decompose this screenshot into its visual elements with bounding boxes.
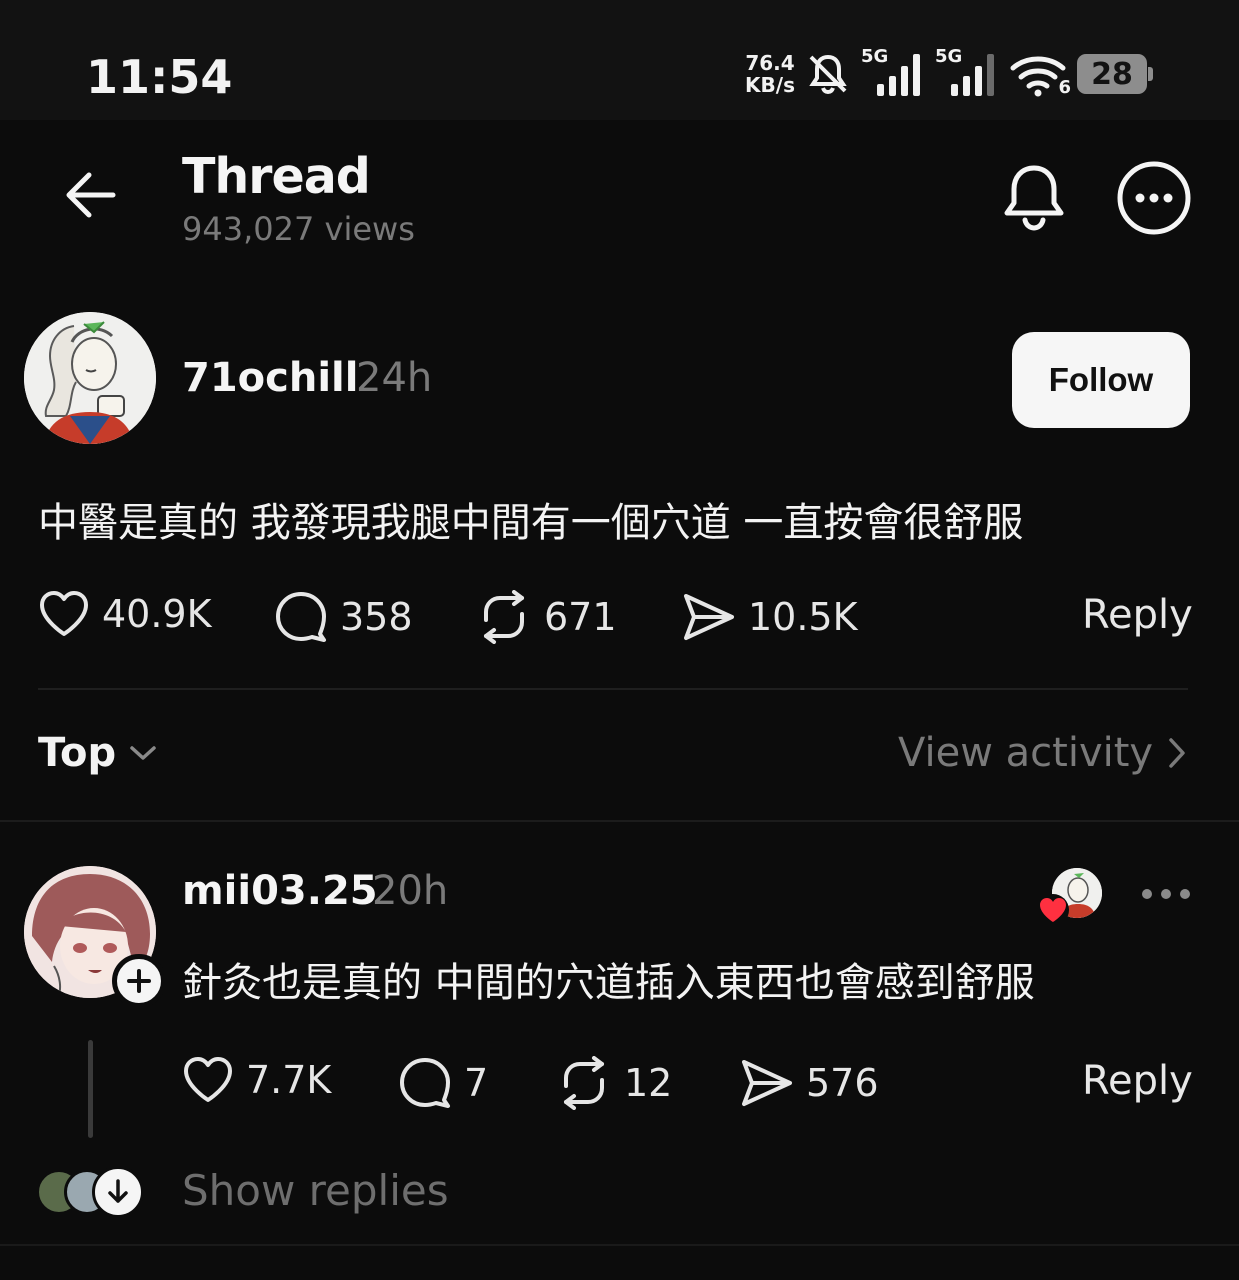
post-time: 24h: [356, 355, 433, 401]
post-username[interactable]: 71ochill: [182, 355, 358, 401]
sim1-signal: 5G: [861, 46, 925, 102]
signal-icon: [951, 54, 994, 96]
section-divider: [0, 820, 1239, 822]
like-button[interactable]: 40.9K: [38, 590, 212, 638]
show-replies-avatars[interactable]: [36, 1164, 144, 1220]
wifi-label: 6: [1058, 77, 1071, 98]
reply-button[interactable]: Reply: [1082, 592, 1193, 638]
comment-text: 針灸也是真的 中間的穴道插入東西也會感到舒服: [182, 960, 1035, 1006]
comment-bubble-icon: [400, 1058, 450, 1108]
more-horizontal-icon: [1142, 889, 1190, 899]
more-circle-icon: [1117, 161, 1191, 235]
comment-count: 7: [464, 1061, 489, 1105]
sort-dropdown[interactable]: Top: [38, 730, 158, 776]
comment-button[interactable]: 7: [398, 1056, 488, 1110]
avatar-illustration: [24, 312, 156, 444]
comment-button[interactable]: 358: [274, 590, 413, 644]
divider: [0, 1244, 1239, 1246]
repost-count: 671: [544, 595, 617, 639]
expand-replies-button[interactable]: [92, 1166, 144, 1218]
comment-count: 358: [340, 595, 413, 639]
status-icons: 76.4 KB/s 5G 5G 6 28: [745, 46, 1153, 102]
view-activity-label: View activity: [898, 730, 1154, 776]
share-button[interactable]: 576: [738, 1056, 879, 1110]
chevron-down-icon: [130, 746, 156, 760]
share-button[interactable]: 10.5K: [680, 590, 858, 644]
avatar[interactable]: [24, 312, 156, 444]
signal-icon: [877, 54, 920, 96]
battery-level: 28: [1091, 56, 1133, 92]
repost-button[interactable]: 12: [556, 1056, 672, 1110]
reply-button[interactable]: Reply: [1082, 1058, 1193, 1104]
thread-header: Thread 943,027 views: [0, 120, 1239, 270]
view-count: 943,027 views: [182, 210, 415, 248]
net-speed: 76.4 KB/s: [745, 52, 795, 96]
plus-icon: [127, 969, 151, 993]
follow-plus-button[interactable]: [112, 954, 166, 1008]
comment-time: 20h: [372, 868, 449, 914]
bell-icon: [1004, 165, 1064, 231]
status-time: 11:54: [86, 50, 233, 104]
bell-muted-icon: [809, 54, 847, 95]
follow-button[interactable]: Follow: [1012, 332, 1190, 428]
heart-icon: [40, 591, 88, 636]
heart-icon: [184, 1057, 232, 1102]
sim2-signal: 5G: [935, 46, 999, 102]
net-speed-value: 76.4: [745, 51, 795, 75]
wifi-status: 6: [1009, 46, 1071, 102]
show-replies-link[interactable]: Show replies: [182, 1166, 449, 1215]
comment-username[interactable]: mii03.25: [182, 868, 378, 914]
repost-icon: [564, 1056, 604, 1110]
sort-label: Top: [38, 730, 117, 776]
comment-more-button[interactable]: [1138, 876, 1194, 912]
repost-icon: [484, 590, 524, 644]
back-arrow-icon: [66, 172, 116, 218]
repost-count: 12: [624, 1061, 673, 1105]
divider: [38, 688, 1188, 690]
post-text: 中醫是真的 我發現我腿中間有一個穴道 一直按會很舒服: [38, 500, 1024, 546]
repost-button[interactable]: 671: [476, 590, 617, 644]
view-activity-link[interactable]: View activity: [898, 730, 1187, 776]
page-title: Thread: [182, 148, 371, 205]
comment-bubble-icon: [276, 592, 326, 642]
share-count: 10.5K: [748, 595, 858, 639]
like-count: 7.7K: [246, 1058, 332, 1102]
send-icon: [684, 594, 734, 640]
chevron-right-icon: [1169, 738, 1185, 768]
like-count: 40.9K: [102, 592, 212, 636]
heart-filled-icon: [1037, 894, 1069, 926]
like-button[interactable]: 7.7K: [182, 1056, 331, 1104]
battery-icon: 28: [1077, 54, 1153, 94]
arrow-down-icon: [108, 1179, 128, 1203]
send-icon: [742, 1060, 792, 1106]
more-options-button[interactable]: [1116, 160, 1192, 236]
notify-button[interactable]: [998, 160, 1070, 236]
status-bar: 11:54 76.4 KB/s 5G 5G 6 28: [0, 0, 1239, 120]
net-speed-unit: KB/s: [745, 73, 795, 97]
back-button[interactable]: [56, 162, 126, 228]
share-count: 576: [806, 1061, 879, 1105]
thread-line: [88, 1040, 93, 1138]
